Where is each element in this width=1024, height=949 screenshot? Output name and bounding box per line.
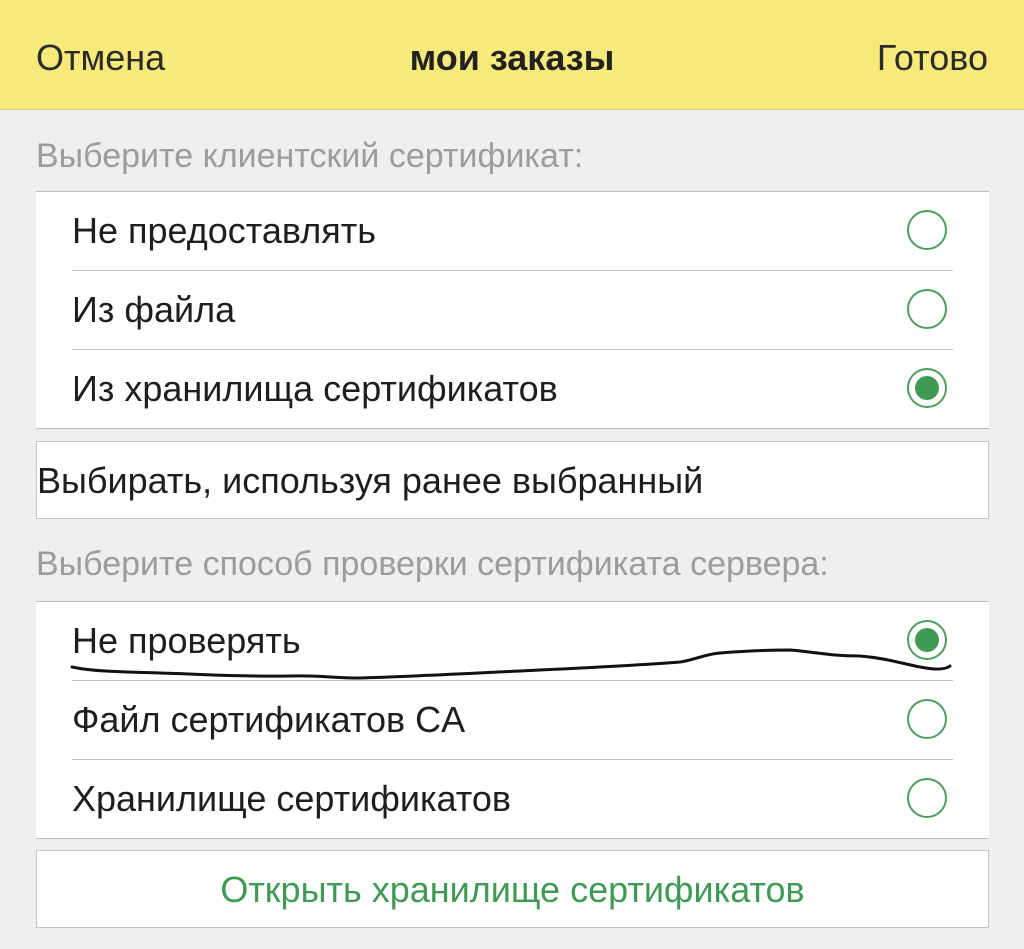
server-cert-option-store[interactable]: Хранилище сертификатов [72,759,953,838]
option-label: Файл сертификатов CA [72,699,466,740]
option-label: Не предоставлять [72,210,376,251]
client-cert-options: Не предоставлять Из файла Из хранилища с… [36,191,989,429]
radio-icon[interactable] [907,289,947,329]
radio-icon[interactable] [907,210,947,250]
radio-icon[interactable] [907,699,947,739]
server-cert-section-label: Выберите способ проверки сертификата сер… [36,545,829,583]
choose-previous-button[interactable]: Выбирать, используя ранее выбранный [36,441,989,519]
nav-bar: Отмена мои заказы Готово [0,0,1024,110]
option-label: Из хранилища сертификатов [72,368,558,409]
option-label: Не проверять [72,620,301,661]
radio-icon[interactable] [907,368,947,408]
server-cert-options: Не проверять Файл сертификатов CA Хранил… [36,601,989,839]
choose-previous-label: Выбирать, используя ранее выбранный [37,460,704,501]
done-button[interactable]: Готово [877,36,988,80]
option-label: Из файла [72,289,236,330]
open-cert-store-label: Открыть хранилище сертификатов [220,869,805,910]
option-label: Хранилище сертификатов [72,778,511,819]
server-cert-option-ca-file[interactable]: Файл сертификатов CA [72,680,953,759]
client-cert-option-store[interactable]: Из хранилища сертификатов [72,349,953,428]
client-cert-section-label: Выберите клиентский сертификат: [36,137,584,175]
radio-icon[interactable] [907,778,947,818]
cancel-button[interactable]: Отмена [36,36,165,80]
open-cert-store-button[interactable]: Открыть хранилище сертификатов [36,850,989,928]
client-cert-option-none[interactable]: Не предоставлять [72,192,953,270]
server-cert-option-no-verify[interactable]: Не проверять [72,602,953,680]
client-cert-option-file[interactable]: Из файла [72,270,953,349]
radio-icon[interactable] [907,620,947,660]
